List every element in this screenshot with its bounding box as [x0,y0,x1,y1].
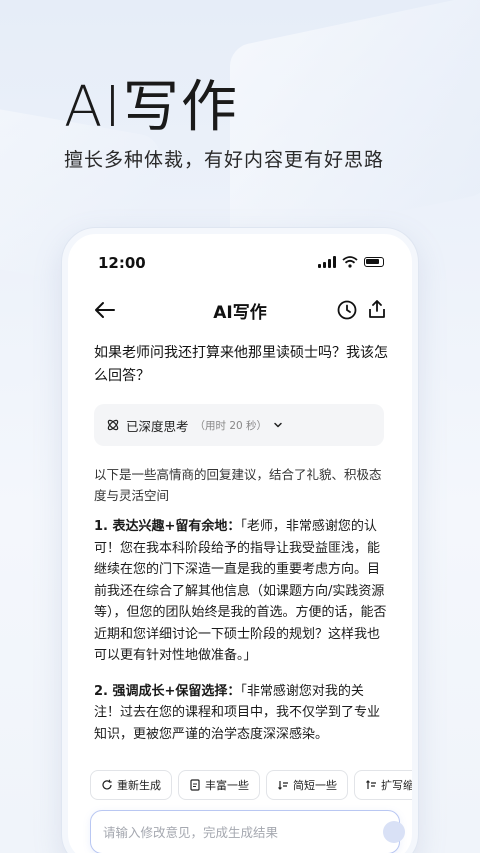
signal-icon [318,256,336,268]
wifi-icon [342,256,358,268]
nav-bar: AI写作 [68,290,412,330]
regenerate-button[interactable]: 重新生成 [90,770,172,800]
send-button[interactable] [383,821,405,843]
paragraph-body: 「老师，非常感谢您的认可！您在我本科阶段给予的指导让我受益匪浅，能继续在您的门下… [94,519,387,663]
shorten-icon [278,781,288,790]
shorter-button[interactable]: 简短一些 [266,770,348,800]
shorter-label: 简短一些 [293,779,337,792]
paragraph-heading: 2. 强调成长+保留选择： [94,683,241,699]
promo-subtitle: 擅长多种体裁，有好内容更有好思路 [64,149,385,171]
expand-icon [366,780,376,789]
atom-icon [107,419,119,431]
promo-title: AI写作 [64,75,239,140]
deep-thinking-toggle[interactable]: 已深度思考 （用时 20 秒） [94,404,384,446]
status-icons [318,256,384,268]
thinking-label: 已深度思考 [126,418,189,434]
phone-frame: 12:00 AI写作 如果老师问我还打算来他那里读硕士吗？我该怎么回答？ 已深度… [62,228,418,853]
action-toolbar: 重新生成 丰富一些 简短一些 扩写缩 [90,770,414,800]
document-icon [190,779,200,791]
battery-icon [364,257,384,267]
revision-input[interactable] [103,824,343,840]
richer-button[interactable]: 丰富一些 [178,770,260,800]
expand-button[interactable]: 扩写缩 [354,770,414,800]
revision-input-box [90,810,405,853]
answer-intro: 以下是一些高情商的回复建议，结合了礼貌、积极态度与灵活空间 [94,467,382,503]
status-bar: 12:00 [68,234,412,292]
history-clock-icon[interactable] [336,299,358,321]
richer-label: 丰富一些 [205,779,249,792]
export-icon[interactable] [366,298,388,320]
expand-label: 扩写缩 [381,779,414,792]
page-title: AI写作 [213,303,267,323]
refresh-icon [102,779,112,790]
answer-paragraph: 2. 强调成长+保留选择：「非常感谢您对我的关注！过去在您的课程和项目中，我不仅… [94,681,388,746]
thinking-time: （用时 20 秒） [194,419,268,432]
answer-paragraph: 1. 表达兴趣+留有余地：「老师，非常感谢您的认可！您在我本科阶段给予的指导让我… [94,516,388,667]
paragraph-heading: 1. 表达兴趣+留有余地： [94,519,241,534]
chevron-down-icon [274,422,282,428]
chat-content: 如果老师问我还打算来他那里读硕士吗？我该怎么回答？ 已深度思考 （用时 20 秒… [94,342,388,745]
background-decoration [230,0,480,248]
user-question: 如果老师问我还打算来他那里读硕士吗？我该怎么回答？ [94,345,388,384]
status-time: 12:00 [98,254,146,272]
regenerate-label: 重新生成 [117,779,161,792]
